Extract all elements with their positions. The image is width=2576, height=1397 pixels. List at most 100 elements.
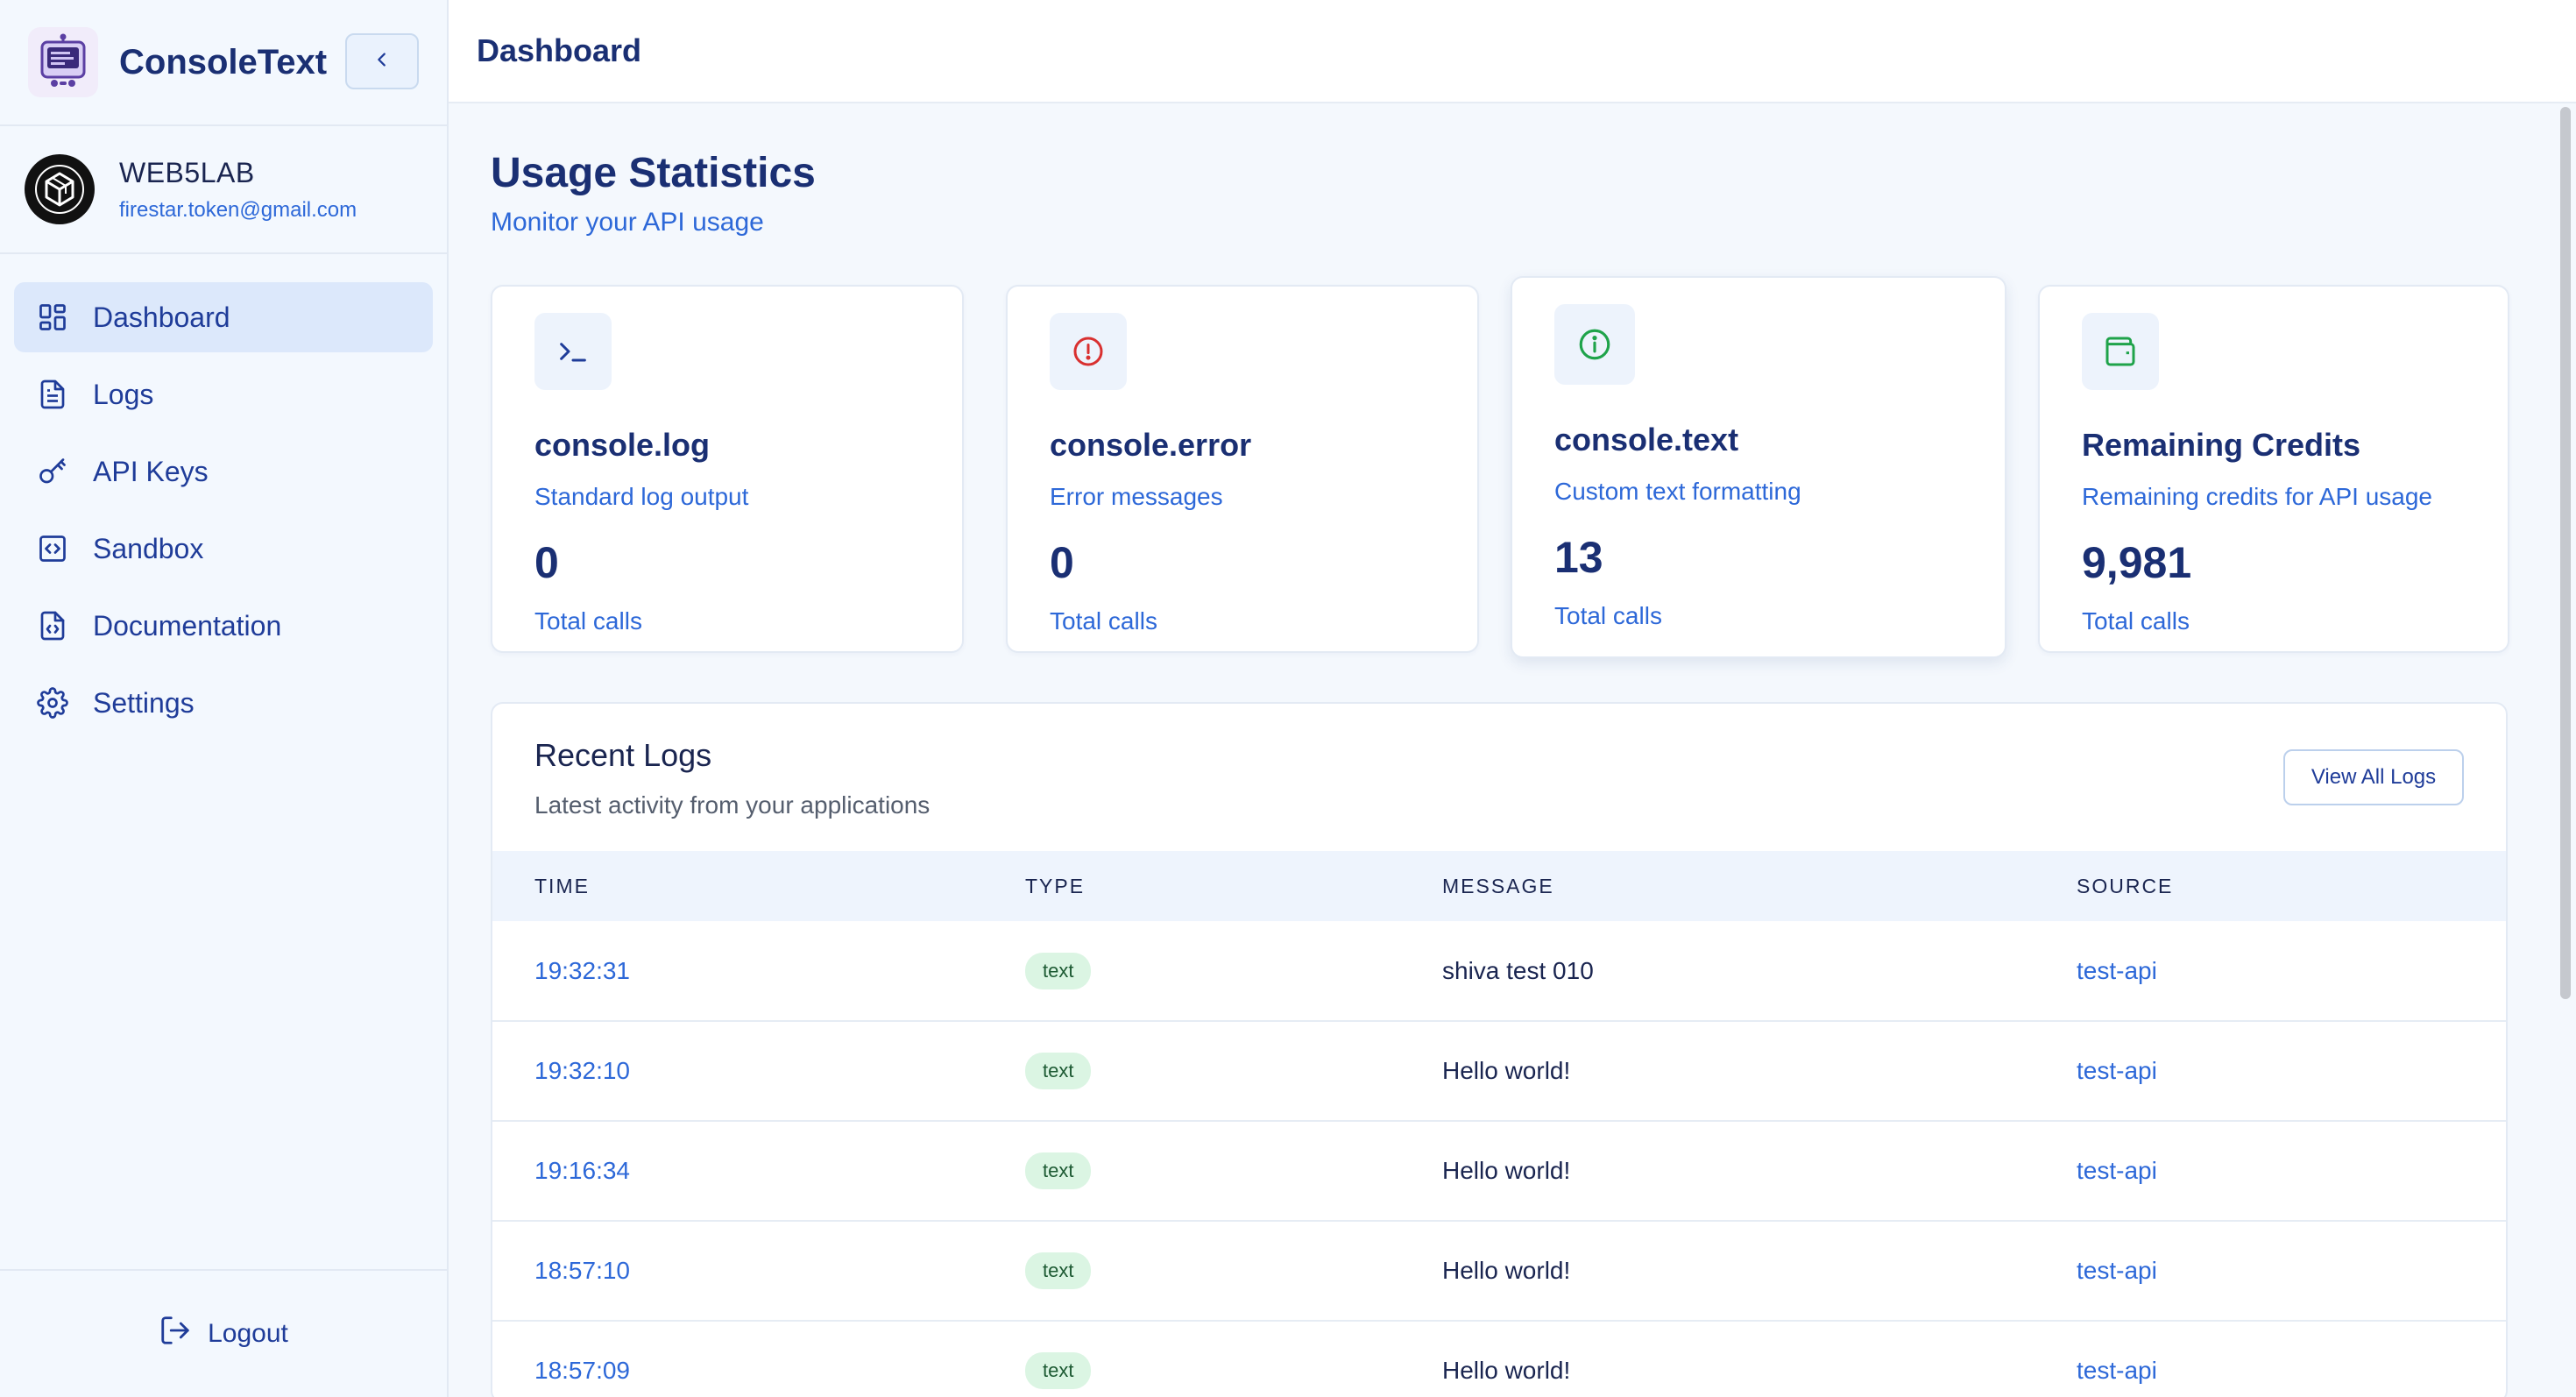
sidebar: ConsoleText WEB5LAB firestar.token@gmail… (0, 0, 449, 1397)
table-row[interactable]: 19:32:10 text Hello world! test-api (492, 1021, 2506, 1122)
column-header-time: TIME (534, 874, 590, 897)
collapse-sidebar-button[interactable] (345, 33, 419, 89)
log-time: 19:32:10 (492, 1021, 983, 1122)
type-badge: text (1025, 1053, 1092, 1089)
sidebar-item-label: Sandbox (93, 532, 204, 564)
column-header-message: MESSAGE (1442, 874, 1554, 897)
view-all-logs-button[interactable]: View All Logs (2283, 749, 2464, 805)
card-caption: Total calls (1050, 607, 1157, 635)
log-type-cell: text (983, 1021, 1400, 1122)
page-header-title: Dashboard (477, 32, 642, 68)
recent-logs-title: Recent Logs (534, 737, 712, 773)
card-value: 0 (1050, 538, 1074, 587)
log-type-cell: text (983, 921, 1400, 1022)
recent-logs-subtitle: Latest activity from your applications (534, 791, 931, 819)
type-badge: text (1025, 1252, 1092, 1289)
sidebar-item-label: Dashboard (93, 301, 230, 333)
content: Usage Statistics Monitor your API usage … (449, 103, 2576, 1397)
type-badge: text (1025, 1352, 1092, 1389)
terminal-icon (534, 313, 612, 390)
sidebar-item-dashboard[interactable]: Dashboard (14, 282, 433, 352)
sidebar-item-logs[interactable]: Logs (14, 359, 433, 429)
logout-label: Logout (208, 1319, 288, 1348)
log-message: shiva test 010 (1400, 921, 2035, 1022)
card-title: Remaining Credits (2082, 427, 2361, 463)
page-title: Usage Statistics (491, 150, 816, 196)
card-caption: Total calls (1554, 602, 1662, 629)
code-square-icon (35, 531, 70, 566)
sidebar-item-label: Logs (93, 378, 154, 410)
sidebar-nav: Dashboard Logs API Keys Sandbox Document… (0, 254, 447, 745)
sidebar-item-label: Documentation (93, 609, 282, 642)
page-subtitle: Monitor your API usage (491, 208, 764, 237)
log-message: Hello world! (1400, 1121, 2035, 1222)
card-value: 9,981 (2082, 538, 2192, 587)
log-time: 18:57:09 (492, 1321, 983, 1397)
recent-logs-panel: Recent Logs Latest activity from your ap… (491, 702, 2508, 1397)
logs-table: TIME TYPE MESSAGE SOURCE 19:32:31 text s… (492, 851, 2506, 1397)
card-description: Remaining credits for API usage (2082, 483, 2432, 510)
log-source: test-api (2035, 1321, 2506, 1397)
dashboard-icon (35, 300, 70, 335)
sidebar-item-api-keys[interactable]: API Keys (14, 436, 433, 507)
sidebar-item-sandbox[interactable]: Sandbox (14, 514, 433, 584)
card-value: 0 (534, 538, 559, 587)
scrollbar[interactable] (2557, 107, 2572, 1397)
user-email: firestar.token@gmail.com (119, 197, 357, 222)
wallet-icon (2082, 313, 2159, 390)
brand-name: ConsoleText (119, 42, 328, 82)
log-time: 18:57:10 (492, 1221, 983, 1322)
log-type-cell: text (983, 1121, 1400, 1222)
stat-card-console-log: console.log Standard log output 0 Total … (491, 285, 964, 653)
log-source: test-api (2035, 1221, 2506, 1322)
type-badge: text (1025, 1152, 1092, 1189)
stat-card-console-error: console.error Error messages 0 Total cal… (1006, 285, 1479, 653)
card-caption: Total calls (2082, 607, 2190, 635)
table-row[interactable]: 18:57:09 text Hello world! test-api (492, 1321, 2506, 1397)
card-description: Error messages (1050, 483, 1223, 510)
card-value: 13 (1554, 533, 1603, 582)
card-description: Standard log output (534, 483, 749, 510)
gear-icon (35, 685, 70, 720)
info-icon (1554, 304, 1635, 385)
stat-card-console-text: console.text Custom text formatting 13 T… (1511, 276, 2006, 658)
log-time: 19:16:34 (492, 1121, 983, 1222)
log-message: Hello world! (1400, 1021, 2035, 1122)
logout-icon (159, 1314, 192, 1354)
sidebar-item-documentation[interactable]: Documentation (14, 591, 433, 661)
stat-card-remaining-credits: Remaining Credits Remaining credits for … (2038, 285, 2509, 653)
card-caption: Total calls (534, 607, 642, 635)
user-name: WEB5LAB (119, 156, 255, 188)
log-source: test-api (2035, 1021, 2506, 1122)
brand-header: ConsoleText (0, 0, 447, 126)
file-code-icon (35, 608, 70, 643)
sidebar-item-label: API Keys (93, 455, 209, 487)
logout-button[interactable]: Logout (0, 1269, 447, 1397)
file-text-icon (35, 377, 70, 412)
user-profile[interactable]: WEB5LAB firestar.token@gmail.com (0, 126, 447, 254)
sidebar-item-settings[interactable]: Settings (14, 668, 433, 738)
table-row[interactable]: 19:16:34 text Hello world! test-api (492, 1121, 2506, 1222)
log-message: Hello world! (1400, 1321, 2035, 1397)
card-title: console.error (1050, 427, 1252, 463)
app-logo (28, 27, 98, 97)
recent-logs-header: Recent Logs Latest activity from your ap… (492, 704, 2506, 851)
table-header-row: TIME TYPE MESSAGE SOURCE (492, 851, 2506, 921)
log-message: Hello world! (1400, 1221, 2035, 1322)
type-badge: text (1025, 952, 1092, 989)
avatar (25, 154, 95, 224)
column-header-type: TYPE (1025, 874, 1086, 897)
log-source: test-api (2035, 1121, 2506, 1222)
scrollbar-thumb[interactable] (2560, 107, 2571, 999)
table-row[interactable]: 19:32:31 text shiva test 010 test-api (492, 921, 2506, 1022)
log-source: test-api (2035, 921, 2506, 1022)
card-description: Custom text formatting (1554, 478, 1801, 505)
column-header-source: SOURCE (2077, 874, 2174, 897)
table-row[interactable]: 18:57:10 text Hello world! test-api (492, 1221, 2506, 1322)
card-title: console.log (534, 427, 711, 463)
sidebar-item-label: Settings (93, 686, 195, 719)
topbar: Dashboard (449, 0, 2576, 103)
card-title: console.text (1554, 422, 1739, 457)
main-area: Dashboard Usage Statistics Monitor your … (449, 0, 2576, 1397)
stats-cards: console.log Standard log output 0 Total … (491, 276, 2532, 658)
